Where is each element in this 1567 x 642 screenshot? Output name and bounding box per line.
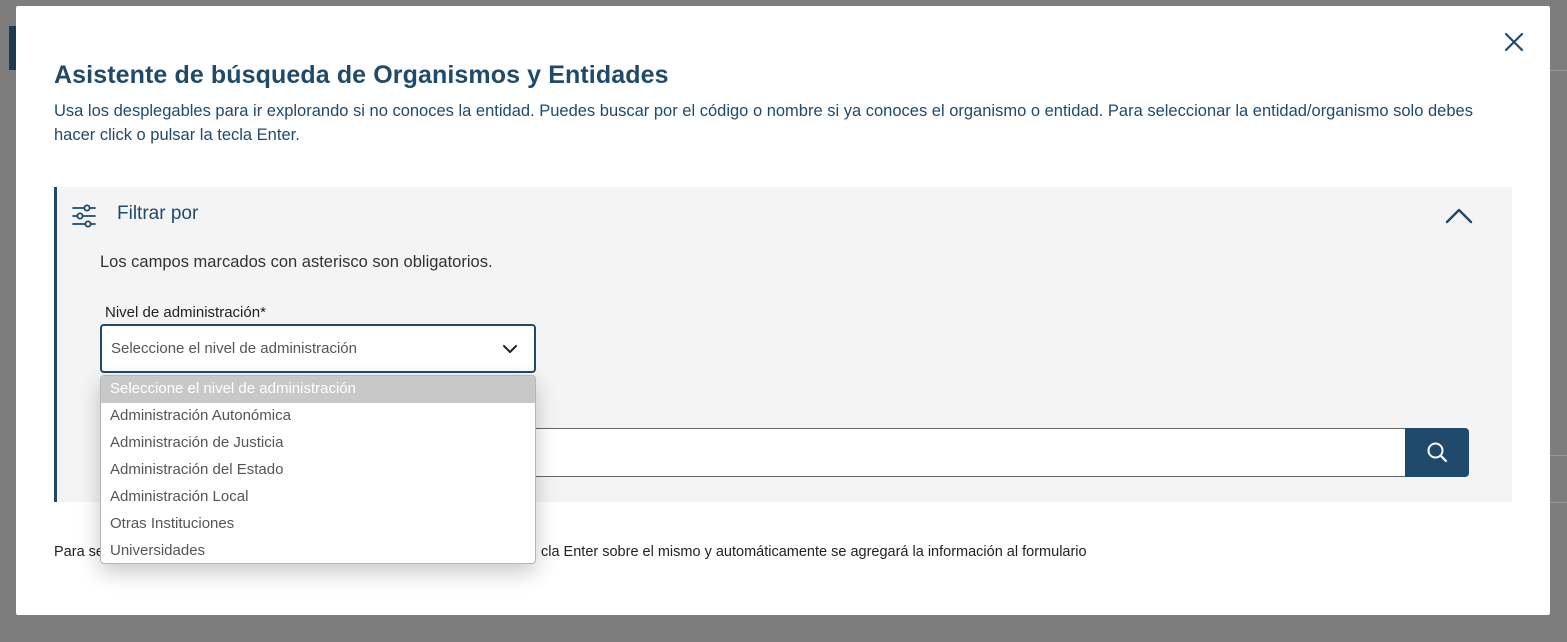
sliders-icon xyxy=(71,204,97,228)
modal-title: Asistente de búsqueda de Organismos y En… xyxy=(54,61,669,89)
required-fields-note: Los campos marcados con asterisco son ob… xyxy=(100,253,493,271)
dropdown-option[interactable]: Administración de Justicia xyxy=(101,430,535,457)
dropdown-option[interactable]: Administración Autonómica xyxy=(101,403,535,430)
background-divider xyxy=(1550,70,1567,71)
dropdown-option[interactable]: Otras Instituciones xyxy=(101,511,535,538)
dropdown-option[interactable]: Universidades xyxy=(101,538,535,563)
chevron-down-icon xyxy=(502,341,518,357)
search-icon xyxy=(1427,442,1448,463)
admin-level-label: Nivel de administración* xyxy=(105,304,266,321)
footer-note-right: cla Enter sobre el mismo y automáticamen… xyxy=(540,544,1087,560)
dropdown-option[interactable]: Seleccione el nivel de administración xyxy=(101,376,535,403)
admin-level-dropdown: Seleccione el nivel de administración Ad… xyxy=(100,375,536,564)
chevron-up-icon[interactable] xyxy=(1445,207,1473,225)
dropdown-option[interactable]: Administración del Estado xyxy=(101,457,535,484)
background-field-edge xyxy=(1550,455,1567,503)
dropdown-option[interactable]: Administración Local xyxy=(101,484,535,511)
footer-note-left: Para se xyxy=(54,544,104,560)
admin-level-select[interactable]: Seleccione el nivel de administración xyxy=(100,324,536,373)
close-icon[interactable] xyxy=(1502,30,1526,54)
filter-title[interactable]: Filtrar por xyxy=(117,203,198,225)
search-button[interactable] xyxy=(1405,428,1469,477)
modal-description: Usa los desplegables para ir explorando … xyxy=(54,102,1473,144)
admin-level-selected-value: Seleccione el nivel de administración xyxy=(111,340,357,357)
